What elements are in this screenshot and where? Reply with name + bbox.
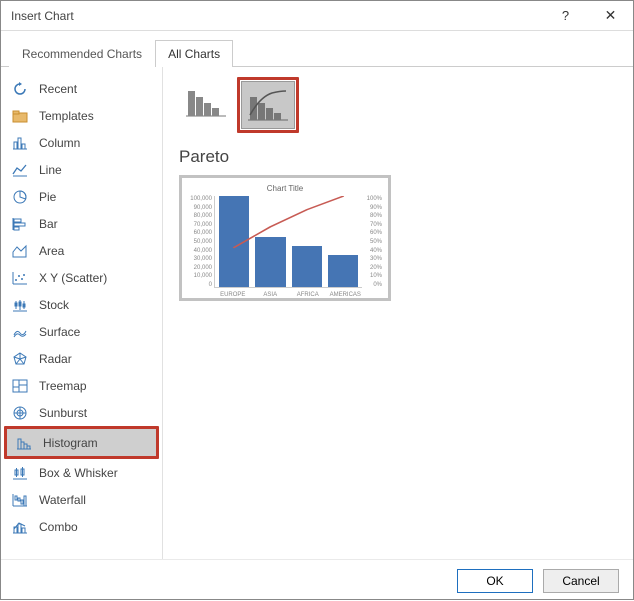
- sidebar-item-label: Waterfall: [39, 493, 86, 507]
- tab-bar: Recommended Charts All Charts: [1, 31, 633, 67]
- sunburst-icon: [11, 404, 29, 422]
- y-axis-ticks: 100,00090,00080,00070,00060,00050,00040,…: [188, 196, 214, 288]
- section-title: Pareto: [179, 147, 617, 167]
- surface-icon: [11, 323, 29, 341]
- stock-icon: [11, 296, 29, 314]
- main-panel: Pareto Chart Title 100,00090,00080,00070…: [163, 67, 633, 559]
- sidebar-item-label: Box & Whisker: [39, 466, 118, 480]
- tab-recommended[interactable]: Recommended Charts: [9, 40, 155, 67]
- sidebar-item-box-whisker[interactable]: Box & Whisker: [3, 459, 160, 486]
- chart-preview[interactable]: Chart Title 100,00090,00080,00070,00060,…: [179, 175, 391, 301]
- x-axis-categories: EUROPEASIAAFRICAAMERICAS: [214, 292, 364, 298]
- line-icon: [11, 161, 29, 179]
- templates-icon: [11, 107, 29, 125]
- box-whisker-icon: [11, 464, 29, 482]
- sidebar-item-recent[interactable]: Recent: [3, 75, 160, 102]
- help-button[interactable]: ?: [543, 1, 588, 30]
- sidebar-item-label: Line: [39, 163, 62, 177]
- window-controls: ? ✕: [543, 1, 633, 30]
- scatter-icon: [11, 269, 29, 287]
- dialog-body: Recent Templates Column Line Pie: [1, 67, 633, 559]
- sidebar-item-label: Sunburst: [39, 406, 87, 420]
- sidebar-item-label: Combo: [39, 520, 78, 534]
- sidebar-item-label: Surface: [39, 325, 80, 339]
- sidebar-item-label: Templates: [39, 109, 94, 123]
- y2-axis-ticks: 100%90%80%70%60%50%40%30%20%10%0%: [364, 196, 382, 288]
- sidebar-item-label: Recent: [39, 82, 77, 96]
- radar-icon: [11, 350, 29, 368]
- pie-icon: [11, 188, 29, 206]
- subtype-pareto[interactable]: [241, 81, 295, 129]
- sidebar-item-label: Area: [39, 244, 64, 258]
- sidebar-item-label: Stock: [39, 298, 69, 312]
- sidebar-item-label: Histogram: [43, 436, 98, 450]
- chart-type-sidebar: Recent Templates Column Line Pie: [1, 67, 163, 559]
- sidebar-item-label: Bar: [39, 217, 58, 231]
- sidebar-item-label: X Y (Scatter): [39, 271, 107, 285]
- window-title: Insert Chart: [11, 9, 74, 23]
- sidebar-item-sunburst[interactable]: Sunburst: [3, 399, 160, 426]
- sidebar-item-label: Column: [39, 136, 80, 150]
- sidebar-item-surface[interactable]: Surface: [3, 318, 160, 345]
- sidebar-item-bar[interactable]: Bar: [3, 210, 160, 237]
- sidebar-item-waterfall[interactable]: Waterfall: [3, 486, 160, 513]
- waterfall-icon: [11, 491, 29, 509]
- tab-all-charts[interactable]: All Charts: [155, 40, 233, 67]
- histogram-icon: [15, 434, 33, 452]
- column-icon: [11, 134, 29, 152]
- plot-area: [214, 196, 362, 288]
- sidebar-item-pie[interactable]: Pie: [3, 183, 160, 210]
- sidebar-item-templates[interactable]: Templates: [3, 102, 160, 129]
- cancel-button[interactable]: Cancel: [543, 569, 619, 593]
- sidebar-item-line[interactable]: Line: [3, 156, 160, 183]
- dialog-footer: OK Cancel: [1, 559, 633, 601]
- treemap-icon: [11, 377, 29, 395]
- close-button[interactable]: ✕: [588, 1, 633, 30]
- titlebar: Insert Chart ? ✕: [1, 1, 633, 31]
- bar-icon: [11, 215, 29, 233]
- sidebar-item-area[interactable]: Area: [3, 237, 160, 264]
- sidebar-item-label: Pie: [39, 190, 56, 204]
- sidebar-item-scatter[interactable]: X Y (Scatter): [3, 264, 160, 291]
- area-icon: [11, 242, 29, 260]
- sidebar-item-label: Treemap: [39, 379, 87, 393]
- preview-chart-area: 100,00090,00080,00070,00060,00050,00040,…: [188, 196, 382, 296]
- ok-button[interactable]: OK: [457, 569, 533, 593]
- sidebar-item-radar[interactable]: Radar: [3, 345, 160, 372]
- subtype-row: [179, 77, 617, 133]
- sidebar-item-treemap[interactable]: Treemap: [3, 372, 160, 399]
- sidebar-item-combo[interactable]: Combo: [3, 513, 160, 540]
- sidebar-item-label: Radar: [39, 352, 72, 366]
- sidebar-item-column[interactable]: Column: [3, 129, 160, 156]
- preview-chart-title: Chart Title: [188, 184, 382, 193]
- combo-icon: [11, 518, 29, 536]
- subtype-histogram[interactable]: [179, 77, 233, 125]
- recent-icon: [11, 80, 29, 98]
- sidebar-item-stock[interactable]: Stock: [3, 291, 160, 318]
- sidebar-item-histogram[interactable]: Histogram: [7, 429, 156, 456]
